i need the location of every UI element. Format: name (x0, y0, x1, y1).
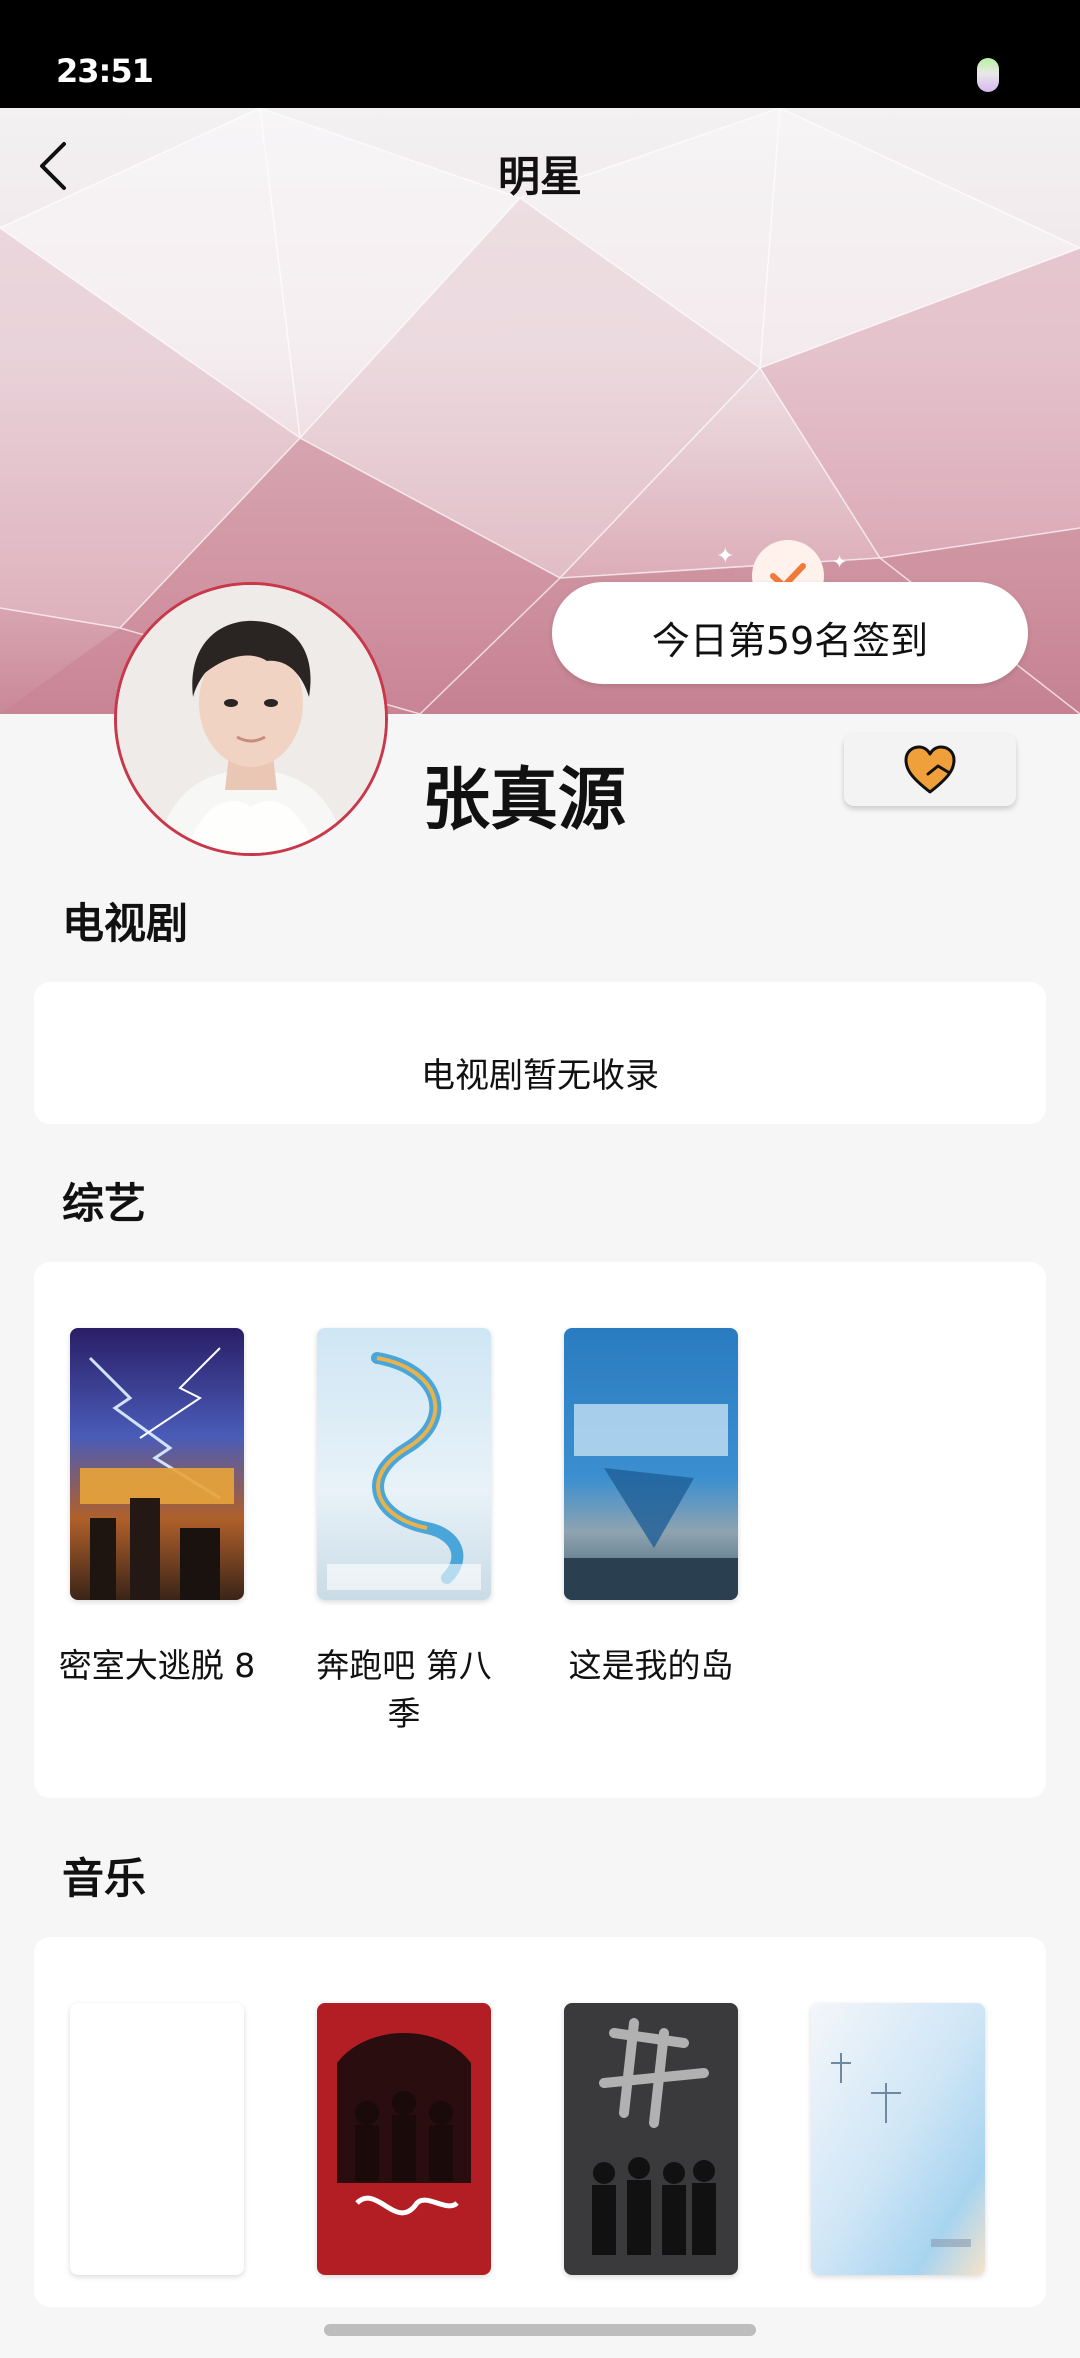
checkin-text: 今日第59名签到 (651, 619, 929, 663)
status-indicator-icon (977, 58, 999, 92)
variety-title-2: 奔跑吧 第八季 (316, 1646, 492, 1733)
variety-poster-1[interactable] (70, 1328, 244, 1600)
poster-image (811, 2003, 985, 2275)
variety-title-1: 密室大逃脱 8 (58, 1646, 256, 1685)
variety-card: 密室大逃脱 8 奔跑吧 第八季 这是我的岛 (34, 1262, 1046, 1798)
music-poster-2[interactable] (317, 2003, 491, 2275)
sparkle-icon: ✦ (716, 544, 735, 569)
home-indicator (324, 2324, 756, 2336)
music-poster-4[interactable] (811, 2003, 985, 2275)
variety-poster-2[interactable] (317, 1328, 491, 1600)
poster-image (70, 1328, 244, 1600)
poster-image (564, 1328, 738, 1600)
status-time: 23:51 (56, 52, 154, 90)
checkin-button[interactable]: 今日第59名签到 (552, 582, 1028, 684)
poster-image (564, 2003, 738, 2275)
page-title: 明星 (497, 152, 582, 201)
music-poster-3[interactable] (564, 2003, 738, 2275)
tv-card: 电视剧暂无收录 (34, 982, 1046, 1124)
follow-button[interactable] (844, 734, 1016, 806)
poster-image (317, 1328, 491, 1600)
avatar (114, 582, 388, 856)
variety-poster-3[interactable] (564, 1328, 738, 1600)
screen: 23:51 明星 ✦ ✦ 今日第59名签到 张真源 电视剧 电视剧暂无收录 综艺… (0, 0, 1080, 2358)
poster-image (317, 2003, 491, 2275)
sparkle-icon: ✦ (832, 552, 848, 573)
star-name: 张真源 (422, 761, 627, 840)
section-title-tv: 电视剧 (62, 899, 189, 948)
tv-empty-text: 电视剧暂无收录 (421, 1056, 659, 1096)
music-poster-1[interactable] (70, 2003, 244, 2275)
heart-icon (904, 745, 956, 794)
section-title-music: 音乐 (62, 1854, 147, 1903)
music-card (34, 1937, 1046, 2307)
status-bar: 23:51 (0, 0, 1080, 108)
variety-title-3: 这是我的岛 (568, 1646, 734, 1685)
avatar-image (117, 585, 385, 853)
section-title-variety: 综艺 (62, 1179, 147, 1228)
